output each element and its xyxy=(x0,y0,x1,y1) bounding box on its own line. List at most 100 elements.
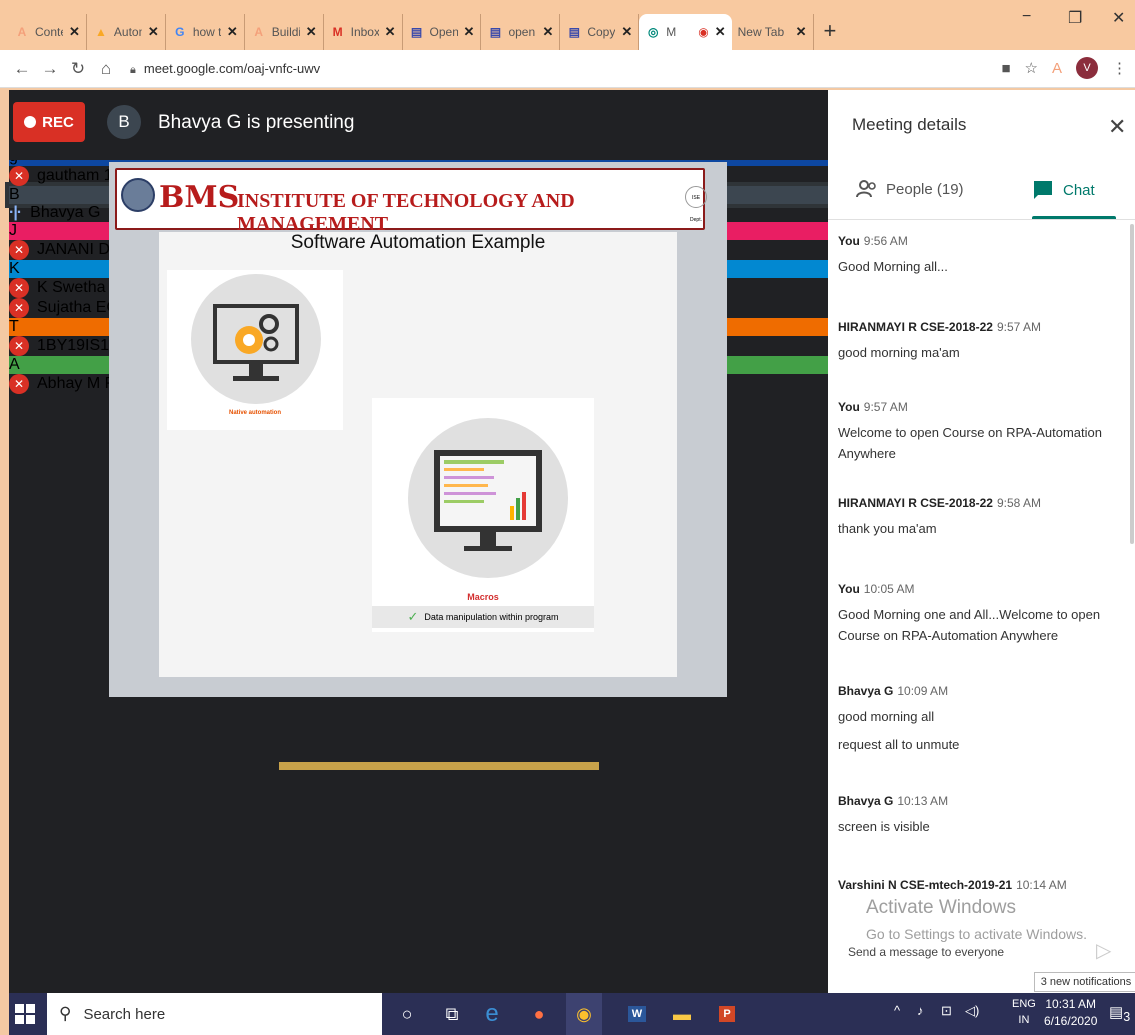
tab-favicon-icon: A xyxy=(17,25,27,39)
chat-message: HIRANMAYI R CSE-2018-22 9:58 AM thank you … xyxy=(838,494,1113,539)
mic-off-icon: ✕ xyxy=(9,336,29,356)
tab-label: Inbox xyxy=(350,25,379,39)
browser-tab[interactable]: A Buildi ✕ xyxy=(245,14,324,50)
chat-timestamp: 10:14 AM xyxy=(1016,878,1067,892)
close-tab-icon[interactable]: ✕ xyxy=(306,24,317,40)
browser-tab[interactable]: Ghow t ✕ xyxy=(166,14,245,50)
chrome-icon[interactable]: ◉ xyxy=(566,993,602,1035)
file-explorer-icon[interactable]: ▬ xyxy=(664,993,700,1035)
clock[interactable]: 10:31 AM 6/16/2020 xyxy=(1044,996,1097,1030)
action-center-icon[interactable]: ▤3 xyxy=(1109,1003,1130,1024)
windows-start-icon[interactable] xyxy=(15,1004,35,1024)
presenting-status: Bhavya G is presenting xyxy=(158,112,355,133)
chat-message-header: You 10:05 AM xyxy=(838,580,1113,598)
mic-off-icon: ✕ xyxy=(9,374,29,394)
macros-label: Macros xyxy=(467,592,499,602)
microphone-icon[interactable]: ♪ xyxy=(917,1003,924,1018)
browser-tab[interactable]: New Tab ✕ xyxy=(732,14,814,50)
tab-people[interactable]: People (19) xyxy=(856,180,964,198)
close-tab-icon[interactable]: ✕ xyxy=(796,24,807,40)
tab-favicon-icon: ▲ xyxy=(94,25,107,39)
institute-logo-icon xyxy=(121,178,155,212)
chat-text: request all to unmute xyxy=(838,737,960,752)
close-tab-icon[interactable]: ✕ xyxy=(69,24,80,40)
tab-favicon-icon: G xyxy=(175,25,185,39)
close-tab-icon[interactable]: ✕ xyxy=(542,24,553,40)
chat-text: screen is visible xyxy=(838,819,930,834)
dept-logo: ISE Dept. xyxy=(685,186,707,223)
task-view-icon[interactable]: ⧉ xyxy=(434,993,470,1035)
close-tab-icon[interactable]: ✕ xyxy=(385,24,396,40)
language-indicator[interactable]: ENG IN xyxy=(1012,996,1036,1028)
close-tab-icon[interactable]: ✕ xyxy=(227,24,238,40)
chat-message-header: HIRANMAYI R CSE-2018-22 9:57 AM xyxy=(838,318,1113,336)
browser-tab[interactable]: ▲ Autom ✕ xyxy=(87,14,166,50)
chat-scrollbar[interactable] xyxy=(1130,224,1134,544)
browser-tab[interactable]: ▤ Open ✕ xyxy=(403,14,482,50)
forward-icon[interactable]: → xyxy=(36,59,64,79)
camera-icon[interactable]: ■ xyxy=(1001,60,1010,77)
presenter-avatar: B xyxy=(107,105,141,139)
new-tab-button[interactable]: + xyxy=(824,14,837,50)
home-icon[interactable]: ⌂ xyxy=(92,59,120,79)
chat-tab-indicator xyxy=(1032,216,1116,219)
chat-message-input[interactable]: Send a message to everyone xyxy=(848,945,1004,959)
word-icon[interactable]: W xyxy=(619,993,655,1035)
browser-tab[interactable]: ◎ M ◉ ✕ xyxy=(639,14,732,50)
browser-tab[interactable]: ▤ open ✕ xyxy=(481,14,561,50)
chat-timestamp: 9:57 AM xyxy=(863,400,908,414)
browser-tab[interactable]: ▤ Copy ✕ xyxy=(560,14,640,50)
restore-icon[interactable]: ❐ xyxy=(1068,8,1082,28)
star-icon[interactable]: ☆ xyxy=(1025,59,1038,77)
cortana-icon[interactable]: ○ xyxy=(389,993,425,1035)
extension-icon[interactable]: A xyxy=(1052,60,1062,77)
speaking-icon: ·|· xyxy=(9,204,22,221)
close-tab-icon[interactable]: ✕ xyxy=(621,24,632,40)
powerpoint-icon[interactable]: P xyxy=(709,993,745,1035)
close-tab-icon[interactable]: ✕ xyxy=(148,24,159,40)
tab-favicon-icon: ▤ xyxy=(489,25,502,39)
close-panel-icon[interactable]: ✕ xyxy=(1108,114,1126,140)
menu-icon[interactable]: ⋮ xyxy=(1112,59,1127,77)
panel-title: Meeting details xyxy=(852,115,967,134)
chat-text: good morning ma'am xyxy=(838,345,960,360)
profile-avatar[interactable]: V xyxy=(1076,57,1098,79)
notification-toast[interactable]: 3 new notifications xyxy=(1034,972,1135,992)
address-bar: ← → ↻ ⌂ 🔒︎ meet.google.com/oaj-vnfc-uwv ■… xyxy=(0,50,1135,88)
mic-off-icon: ✕ xyxy=(9,166,29,186)
volume-icon[interactable]: ◁) xyxy=(965,1003,979,1019)
send-icon[interactable]: ▷ xyxy=(1096,938,1111,963)
native-automation-caption: Native automation xyxy=(228,410,281,416)
chat-sender: You xyxy=(838,234,860,248)
windows-taskbar: ⚲ Search here ○ ⧉ e ● ◉ W ▬ P ^ ♪ ⊡ ◁) E… xyxy=(9,993,1135,1035)
close-tab-icon[interactable]: ✕ xyxy=(715,24,726,40)
meet-top-bar: REC B Bhavya G is presenting xyxy=(9,90,828,160)
slide-title: Software Automation Example xyxy=(290,232,546,253)
record-dot-icon xyxy=(24,116,37,128)
minimize-icon[interactable]: − xyxy=(1022,8,1031,26)
reload-icon[interactable]: ↻ xyxy=(64,59,92,79)
chat-message: Bhavya G 10:13 AM screen is visible xyxy=(838,792,1113,837)
firefox-icon[interactable]: ● xyxy=(521,993,557,1035)
browser-tab[interactable]: A Conte ✕ xyxy=(8,14,87,50)
chat-message: request all to unmute xyxy=(838,734,1113,755)
presentation-slide: BMS INSTITUTE OF TECHNOLOGY AND MANAGEME… xyxy=(109,162,727,770)
tab-chat[interactable]: Chat xyxy=(1033,180,1095,200)
tab-label: M xyxy=(666,25,677,39)
chat-timestamp: 9:56 AM xyxy=(863,234,908,248)
chat-message-header: HIRANMAYI R CSE-2018-22 9:58 AM xyxy=(838,494,1113,512)
taskbar-search[interactable]: ⚲ Search here xyxy=(47,993,382,1035)
browser-tab[interactable]: M Inbox ✕ xyxy=(324,14,403,50)
chat-text: Good Morning all... xyxy=(838,259,948,274)
chat-timestamp: 10:09 AM xyxy=(897,684,949,698)
back-icon[interactable]: ← xyxy=(8,59,36,79)
close-tab-icon[interactable]: ✕ xyxy=(464,24,475,40)
chat-sender: Bhavya G xyxy=(838,794,894,808)
chat-sender: HIRANMAYI R CSE-2018-22 xyxy=(838,320,993,334)
url-field[interactable]: 🔒︎ meet.google.com/oaj-vnfc-uwv xyxy=(130,61,320,77)
close-window-icon[interactable]: ✕ xyxy=(1112,8,1125,28)
chat-message: You 9:57 AM Welcome to open Course on RPA-… xyxy=(838,398,1113,464)
tray-arrow-icon[interactable]: ^ xyxy=(894,1003,900,1018)
edge-icon[interactable]: e xyxy=(474,993,510,1035)
network-icon[interactable]: ⊡ xyxy=(941,1003,952,1019)
